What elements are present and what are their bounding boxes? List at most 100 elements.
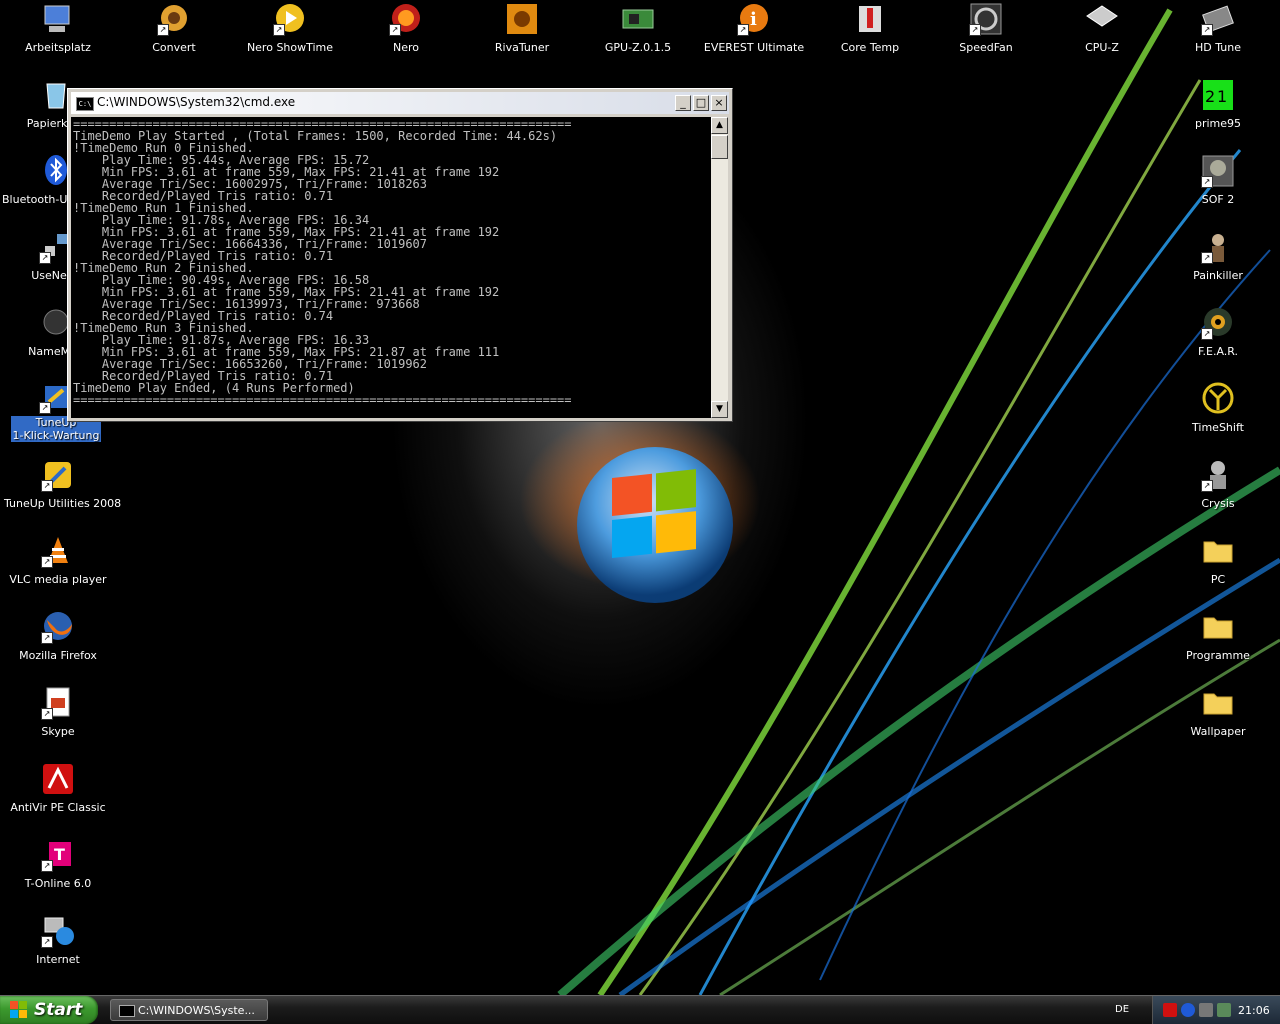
painkiller-icon: ↗ (1201, 230, 1235, 264)
shortcut-arrow-icon: ↗ (157, 24, 169, 36)
desktop-icon-folder-wallpaper[interactable]: Wallpaper (1162, 686, 1274, 739)
desktop-icon-folder-programme[interactable]: Programme (1162, 610, 1274, 663)
desktop-icon-label: Nero ShowTime (246, 41, 334, 54)
nero-icon: ↗ (389, 2, 423, 36)
speedfan-icon: ↗ (969, 2, 1003, 36)
shortcut-arrow-icon: ↗ (273, 24, 285, 36)
antivir-icon (41, 762, 75, 796)
scroll-thumb[interactable] (711, 135, 728, 159)
close-button[interactable]: × (711, 95, 727, 111)
vlc-icon: ↗ (41, 534, 75, 568)
desktop-icon-hd-tune[interactable]: ↗ HD Tune (1162, 2, 1274, 55)
desktop-icon-timeshift[interactable]: TimeShift (1162, 382, 1274, 435)
shortcut-arrow-icon: ↗ (41, 556, 53, 568)
desktop-icon-label: Nero (392, 41, 419, 54)
shortcut-arrow-icon: ↗ (1201, 480, 1213, 492)
shortcut-arrow-icon: ↗ (737, 24, 749, 36)
desktop-icon-label: TimeShift (1192, 421, 1244, 434)
tuneup-utilities-icon: ↗ (41, 458, 75, 492)
cmd-window[interactable]: C:\ C:\WINDOWS\System32\cmd.exe _ □ × ==… (67, 88, 733, 422)
taskbar-button-cmd[interactable]: C:\WINDOWS\Syste... (110, 999, 268, 1021)
desktop-icon-nero-showtime[interactable]: ↗ Nero ShowTime (234, 2, 346, 55)
hd-tune-icon: ↗ (1201, 2, 1235, 36)
desktop-icon-firefox[interactable]: ↗ Mozilla Firefox (2, 610, 114, 663)
shortcut-arrow-icon: ↗ (39, 252, 51, 264)
desktop-icon-vlc[interactable]: ↗ VLC media player (2, 534, 114, 587)
desktop-icon-label: prime95 (1194, 117, 1242, 130)
tray-app-icon[interactable] (1199, 1003, 1213, 1017)
desktop-icon-nero[interactable]: ↗ Nero (350, 2, 462, 55)
minimize-button[interactable]: _ (675, 95, 691, 111)
desktop-icon-label: Crysis (1201, 497, 1235, 510)
desktop-icon-rivatuner[interactable]: RivaTuner (466, 2, 578, 55)
svg-text:2: 2 (1205, 87, 1215, 106)
desktop-icon-skype[interactable]: ↗ Skype (2, 686, 114, 739)
desktop-icon-label: Painkiller (1193, 269, 1243, 282)
desktop-icon-antivir[interactable]: AntiVir PE Classic (2, 762, 114, 815)
windows-logo-icon (10, 1001, 27, 1018)
scroll-up-button[interactable]: ▲ (711, 117, 728, 134)
cmd-app-icon[interactable]: C:\ (76, 97, 94, 111)
desktop-icon-label: EVEREST Ultimate (703, 41, 805, 54)
antivir-tray-icon[interactable] (1163, 1003, 1177, 1017)
taskbar-button-label: C:\WINDOWS\Syste... (138, 1004, 255, 1017)
desktop-icon-label: TuneUp Utilities 2008 (4, 497, 122, 510)
convert-icon: ↗ (157, 2, 191, 36)
desktop-icon-label: CPU-Z (1085, 41, 1119, 54)
desktop-icon-internet[interactable]: ↗ Internet (2, 914, 114, 967)
desktop-icon-label: PC (1210, 573, 1226, 586)
scroll-down-button[interactable]: ▼ (711, 401, 728, 418)
desktop-icon-label: GPU-Z.0.1.5 (604, 41, 672, 54)
desktop-icon-sof2[interactable]: ↗ SOF 2 (1162, 154, 1274, 207)
rivatuner-icon (505, 2, 539, 36)
shortcut-arrow-icon: ↗ (41, 936, 53, 948)
shortcut-arrow-icon: ↗ (41, 632, 53, 644)
desktop-icon-core-temp[interactable]: Core Temp (814, 2, 926, 55)
fear-icon: ↗ (1201, 306, 1235, 340)
desktop-icon-prime95[interactable]: 21 prime95 (1162, 78, 1274, 131)
desktop-icon-label: VLC media player (9, 573, 107, 586)
taskbar: Start C:\WINDOWS\Syste... DE 21:06 (0, 995, 1280, 1024)
desktop-icon-arbeitsplatz[interactable]: Arbeitsplatz (2, 2, 114, 55)
cmd-icon (119, 1005, 135, 1017)
desktop-icon-painkiller[interactable]: ↗ Painkiller (1162, 230, 1274, 283)
desktop-icon-label: F.E.A.R. (1197, 345, 1239, 358)
desktop-icon-label: AntiVir PE Classic (10, 801, 106, 814)
desktop-icon-label: SpeedFan (959, 41, 1013, 54)
maximize-button[interactable]: □ (693, 95, 709, 111)
clock[interactable]: 21:06 (1238, 1004, 1270, 1017)
desktop-icon-label: Wallpaper (1190, 725, 1246, 738)
shortcut-arrow-icon: ↗ (969, 24, 981, 36)
desktop-icon-speedfan[interactable]: ↗ SpeedFan (930, 2, 1042, 55)
desktop-icon-folder-pc[interactable]: PC (1162, 534, 1274, 587)
desktop-icon-cpu-z[interactable]: CPU-Z (1046, 2, 1158, 55)
bluetooth-tray-icon[interactable] (1181, 1003, 1195, 1017)
language-indicator[interactable]: DE (1115, 1004, 1129, 1015)
desktop-icon-label: T-Online 6.0 (24, 877, 92, 890)
desktop-icon-gpu-z[interactable]: GPU-Z.0.1.5 (582, 2, 694, 55)
cmd-window-title: C:\WINDOWS\System32\cmd.exe (97, 95, 296, 109)
shortcut-arrow-icon: ↗ (1201, 24, 1213, 36)
cmd-scrollbar[interactable]: ▲ ▼ (711, 117, 728, 418)
cmd-title-bar[interactable]: C:\ C:\WINDOWS\System32\cmd.exe _ □ × (71, 92, 729, 114)
console-text: ========================================… (73, 117, 572, 407)
desktop-icon-t-online[interactable]: T ↗ T-Online 6.0 (2, 838, 114, 891)
desktop-icon-label: Internet (36, 953, 80, 966)
desktop-icon-fear[interactable]: ↗ F.E.A.R. (1162, 306, 1274, 359)
shortcut-arrow-icon: ↗ (41, 860, 53, 872)
folder-icon (1201, 686, 1235, 720)
my-computer-icon (41, 2, 75, 36)
windows-flag-red (612, 473, 652, 516)
desktop-icon-label: Convert (152, 41, 196, 54)
desktop-icon-convert[interactable]: ↗ Convert (118, 2, 230, 55)
start-button[interactable]: Start (0, 996, 98, 1024)
desktop-icon-label: Mozilla Firefox (19, 649, 97, 662)
desktop-icon-crysis[interactable]: ↗ Crysis (1162, 458, 1274, 511)
desktop-icon-tuneup-utilities[interactable]: ↗ TuneUp Utilities 2008 (2, 458, 121, 511)
crysis-icon: ↗ (1201, 458, 1235, 492)
timeshift-icon (1201, 382, 1235, 416)
t-online-icon: T ↗ (41, 838, 75, 872)
cmd-console-output[interactable]: ========================================… (71, 117, 711, 418)
desktop-icon-everest[interactable]: i ↗ EVEREST Ultimate (698, 2, 810, 55)
network-tray-icon[interactable] (1217, 1003, 1231, 1017)
